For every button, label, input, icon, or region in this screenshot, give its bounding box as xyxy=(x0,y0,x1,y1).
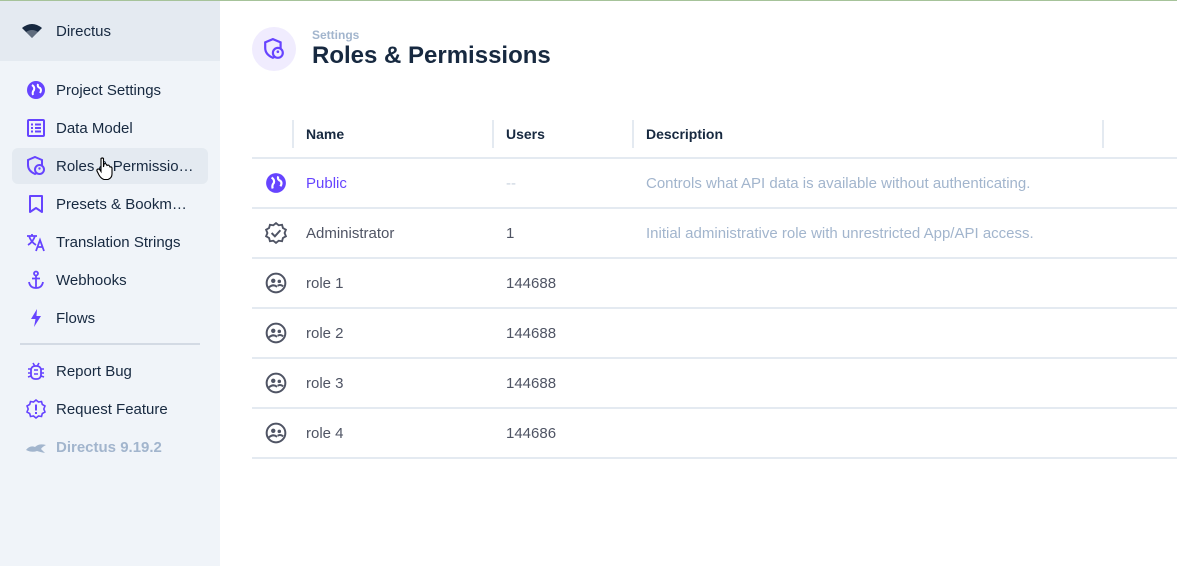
role-name: Public xyxy=(306,175,347,192)
role-name: role 2 xyxy=(306,325,344,342)
nav-item-label: Translation Strings xyxy=(56,233,181,251)
table-row[interactable]: role 4 144686 xyxy=(252,409,1177,459)
admin-shield-icon xyxy=(24,154,48,178)
nav-item-label: Project Settings xyxy=(56,81,162,99)
directus-logo-icon xyxy=(20,19,44,43)
role-users: 144688 xyxy=(506,375,557,392)
admin-shield-icon xyxy=(252,27,296,71)
nav-item-project-settings[interactable]: Project Settings xyxy=(12,72,208,108)
nav-item-flows[interactable]: Flows xyxy=(12,300,208,336)
nav-item-label: Report Bug xyxy=(56,362,132,380)
column-separator[interactable] xyxy=(1102,120,1104,148)
nav-item-presets-bookmarks[interactable]: Presets & Bookmarks xyxy=(12,186,208,222)
role-users: 144688 xyxy=(506,325,557,342)
hand-cursor-icon xyxy=(96,157,114,186)
role-name: role 1 xyxy=(306,275,344,292)
column-header-description[interactable]: Description xyxy=(646,126,723,142)
settings-nav: Project Settings Data Model Roles & Perm… xyxy=(0,61,220,465)
nav-item-label: Presets & Bookmarks xyxy=(56,195,194,213)
public-globe-icon xyxy=(265,172,287,194)
bug-icon xyxy=(24,359,48,383)
role-users: 144686 xyxy=(506,425,557,442)
nav-item-data-model[interactable]: Data Model xyxy=(12,110,208,146)
brand-header[interactable]: Directus xyxy=(0,1,220,61)
column-header-name[interactable]: Name xyxy=(306,126,344,142)
nav-item-translation-strings[interactable]: Translation Strings xyxy=(12,224,208,260)
brand-label: Directus xyxy=(56,22,112,40)
anchor-icon xyxy=(24,268,48,292)
list-alt-icon xyxy=(24,116,48,140)
directus-rabbit-icon xyxy=(24,435,48,459)
verified-icon xyxy=(265,222,287,244)
supervised-user-icon xyxy=(265,272,287,294)
sidebar-divider xyxy=(20,343,200,345)
nav-item-report-bug[interactable]: Report Bug xyxy=(12,353,208,389)
table-row[interactable]: Public -- Controls what API data is avai… xyxy=(252,159,1177,209)
table-header: Name Users Description xyxy=(252,109,1177,159)
version-label: Directus 9.19.2 xyxy=(56,438,162,456)
nav-item-request-feature[interactable]: Request Feature xyxy=(12,391,208,427)
table-row[interactable]: role 1 144688 xyxy=(252,259,1177,309)
translate-icon xyxy=(24,230,48,254)
new-releases-icon xyxy=(24,397,48,421)
supervised-user-icon xyxy=(265,372,287,394)
roles-table: Name Users Description Public -- Control… xyxy=(252,109,1177,459)
page-header: Settings Roles & Permissions xyxy=(252,27,551,71)
role-name: Administrator xyxy=(306,225,395,242)
role-users: 144688 xyxy=(506,275,557,292)
role-description: Initial administrative role with unrestr… xyxy=(646,225,1034,242)
nav-item-label: Data Model xyxy=(56,119,133,137)
nav-item-label: Roles & Permissions xyxy=(56,157,194,175)
settings-sidebar: Directus Project Settings Data Model Rol… xyxy=(0,1,220,566)
table-row[interactable]: Administrator 1 Initial administrative r… xyxy=(252,209,1177,259)
public-globe-icon xyxy=(24,78,48,102)
page-title: Roles & Permissions xyxy=(312,42,551,69)
column-separator[interactable] xyxy=(632,120,634,148)
column-separator[interactable] xyxy=(292,120,294,148)
supervised-user-icon xyxy=(265,422,287,444)
column-separator[interactable] xyxy=(492,120,494,148)
role-name: role 3 xyxy=(306,375,344,392)
bolt-icon xyxy=(24,306,48,330)
role-name: role 4 xyxy=(306,425,344,442)
role-description: Controls what API data is available with… xyxy=(646,175,1031,192)
nav-item-label: Flows xyxy=(56,309,96,327)
table-row[interactable]: role 2 144688 xyxy=(252,309,1177,359)
breadcrumb[interactable]: Settings xyxy=(312,28,551,42)
bookmark-icon xyxy=(24,192,48,216)
supervised-user-icon xyxy=(265,322,287,344)
role-users: 1 xyxy=(506,225,515,242)
column-header-users[interactable]: Users xyxy=(506,126,545,142)
role-users: -- xyxy=(506,175,516,192)
table-row[interactable]: role 3 144688 xyxy=(252,359,1177,409)
nav-item-webhooks[interactable]: Webhooks xyxy=(12,262,208,298)
nav-item-label: Webhooks xyxy=(56,271,127,289)
nav-item-label: Request Feature xyxy=(56,400,168,418)
version-info[interactable]: Directus 9.19.2 xyxy=(12,429,208,465)
